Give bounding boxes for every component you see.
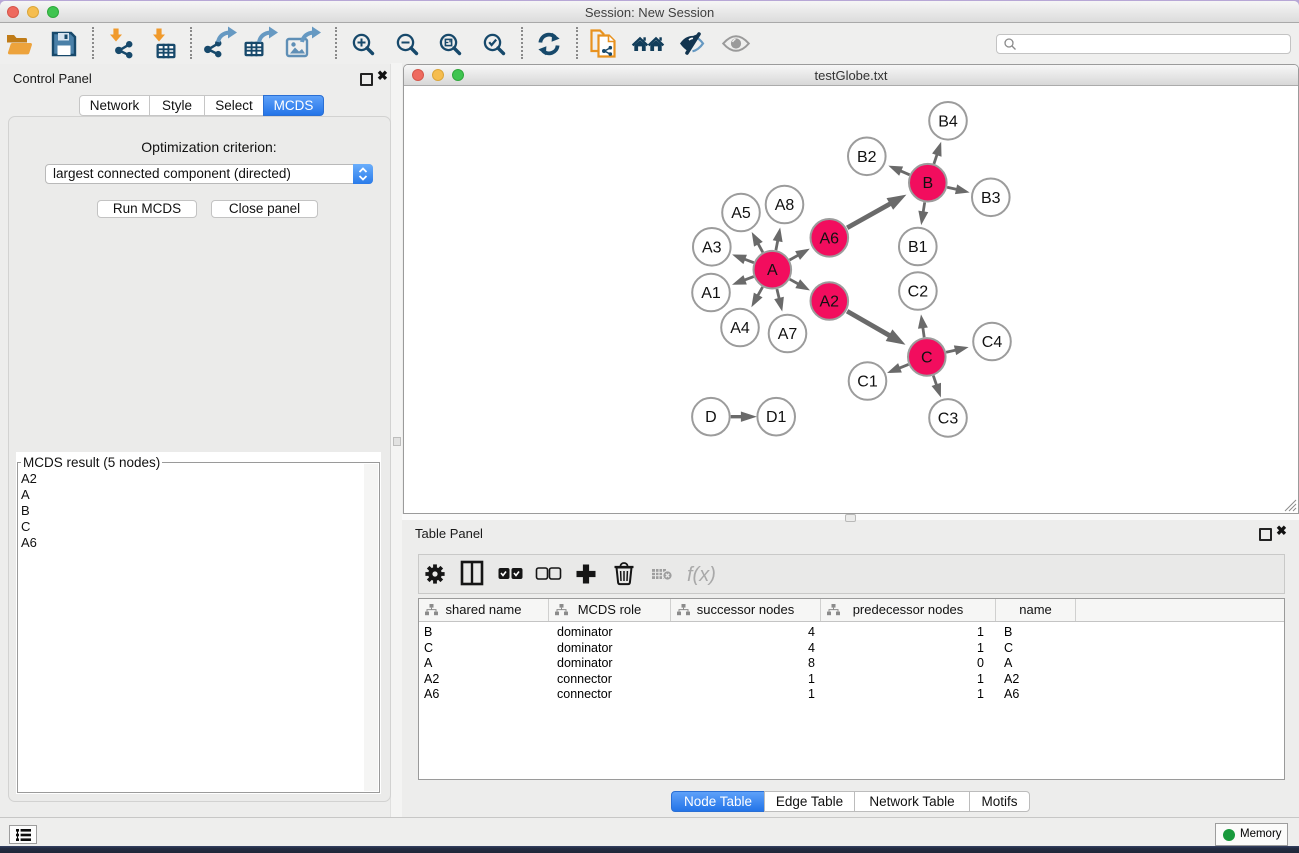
svg-text:C1: C1	[857, 374, 878, 391]
svg-text:D: D	[705, 409, 717, 426]
svg-text:A2: A2	[820, 294, 840, 311]
svg-text:D1: D1	[766, 409, 787, 426]
svg-text:B1: B1	[908, 239, 928, 256]
svg-text:f(x): f(x)	[687, 564, 716, 586]
svg-text:B: B	[922, 175, 933, 192]
svg-text:B3: B3	[981, 190, 1001, 207]
svg-text:C2: C2	[908, 284, 929, 301]
svg-text:A8: A8	[775, 197, 795, 214]
svg-text:A5: A5	[731, 205, 751, 222]
svg-text:C4: C4	[982, 334, 1003, 351]
svg-text:C3: C3	[938, 410, 959, 427]
svg-text:A: A	[767, 262, 778, 279]
svg-text:C: C	[921, 349, 933, 366]
svg-text:A4: A4	[730, 320, 750, 337]
svg-text:B4: B4	[938, 113, 958, 130]
svg-text:A7: A7	[778, 326, 798, 343]
svg-text:A6: A6	[820, 230, 840, 247]
svg-text:A3: A3	[702, 239, 722, 256]
svg-text:A1: A1	[701, 285, 721, 302]
svg-text:B2: B2	[857, 149, 877, 166]
